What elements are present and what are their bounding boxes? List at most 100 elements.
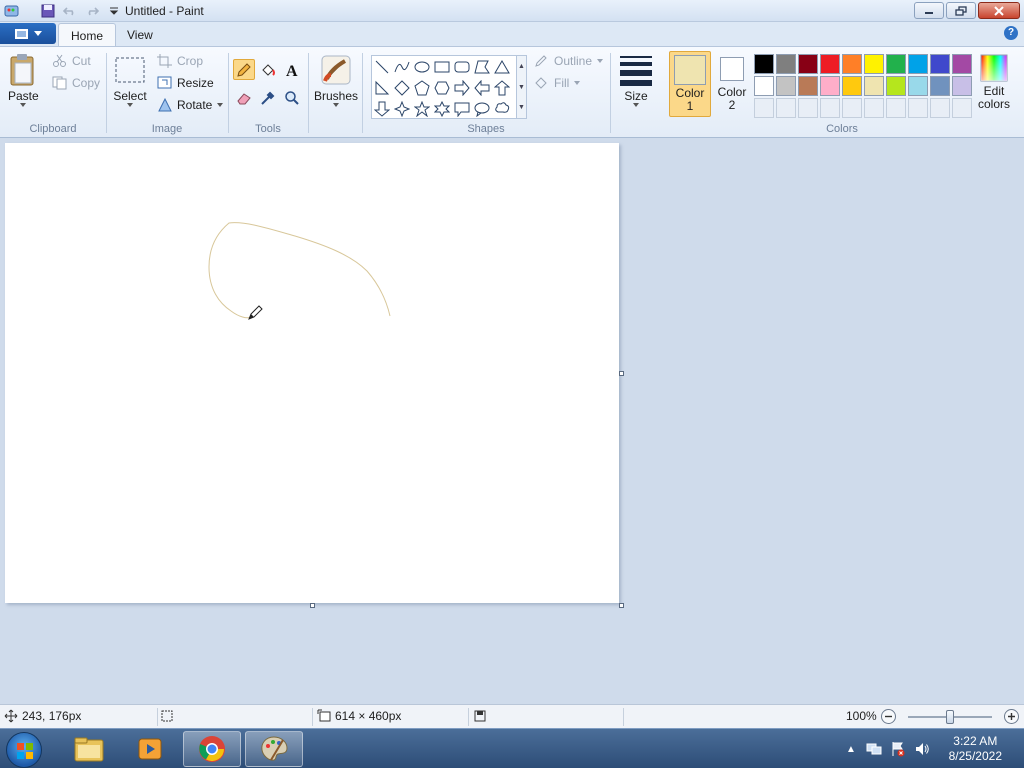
color-swatch[interactable] xyxy=(798,54,818,74)
taskbar-media-player[interactable] xyxy=(121,731,179,767)
shape-up-arrow[interactable] xyxy=(492,78,512,98)
shape-cloud-callout[interactable] xyxy=(492,99,512,119)
drawing-canvas[interactable] xyxy=(5,143,619,603)
shape-pentagon[interactable] xyxy=(412,78,432,98)
maximize-button[interactable] xyxy=(946,2,976,19)
color-swatch[interactable] xyxy=(886,54,906,74)
system-clock[interactable]: 3:22 AM 8/25/2022 xyxy=(949,734,1002,764)
color2-button[interactable]: Color 2 xyxy=(712,51,752,117)
custom-color-slot[interactable] xyxy=(908,98,928,118)
shape-rectangle[interactable] xyxy=(432,57,452,77)
zoom-slider-thumb[interactable] xyxy=(946,710,954,724)
color-swatch[interactable] xyxy=(952,76,972,96)
shape-six-point-star[interactable] xyxy=(432,99,452,119)
color-swatch[interactable] xyxy=(798,76,818,96)
shape-rect-callout[interactable] xyxy=(452,99,472,119)
custom-color-slot[interactable] xyxy=(820,98,840,118)
color-swatch[interactable] xyxy=(864,54,884,74)
resize-button[interactable]: Resize xyxy=(157,76,214,90)
paint-menu-button[interactable] xyxy=(0,23,56,44)
resize-handle-corner[interactable] xyxy=(619,603,624,608)
custom-color-slot[interactable] xyxy=(754,98,774,118)
shapes-gallery-scroll[interactable]: ▲ ▼ ▼ xyxy=(517,55,527,119)
color-swatch[interactable] xyxy=(886,76,906,96)
paste-button[interactable]: Paste xyxy=(8,53,39,108)
custom-color-slot[interactable] xyxy=(776,98,796,118)
shape-four-point-star[interactable] xyxy=(392,99,412,119)
resize-handle-right[interactable] xyxy=(619,371,624,376)
shape-polygon[interactable] xyxy=(472,57,492,77)
custom-color-slot[interactable] xyxy=(864,98,884,118)
color-swatch[interactable] xyxy=(820,76,840,96)
close-button[interactable] xyxy=(978,2,1020,19)
color-picker-tool[interactable] xyxy=(257,87,279,108)
custom-color-slot[interactable] xyxy=(930,98,950,118)
minimize-button[interactable] xyxy=(914,2,944,19)
shape-right-arrow[interactable] xyxy=(452,78,472,98)
shape-down-arrow[interactable] xyxy=(372,99,392,119)
zoom-slider[interactable] xyxy=(908,710,992,724)
select-button[interactable]: Select xyxy=(113,53,147,108)
taskbar-explorer[interactable] xyxy=(60,731,118,767)
shape-right-triangle[interactable] xyxy=(372,78,392,98)
color-swatch[interactable] xyxy=(776,76,796,96)
customize-quick-access-icon[interactable] xyxy=(106,3,122,19)
color-swatch[interactable] xyxy=(908,76,928,96)
rotate-button[interactable]: Rotate xyxy=(157,98,224,112)
shape-diamond[interactable] xyxy=(392,78,412,98)
undo-icon[interactable] xyxy=(62,3,78,19)
custom-color-slot[interactable] xyxy=(886,98,906,118)
magnifier-tool[interactable] xyxy=(281,87,303,108)
tab-home[interactable]: Home xyxy=(58,23,117,46)
cut-button[interactable]: Cut xyxy=(52,54,91,68)
eraser-tool[interactable] xyxy=(233,87,255,108)
fill-button[interactable]: Fill xyxy=(534,76,581,90)
shape-left-arrow[interactable] xyxy=(472,78,492,98)
crop-button[interactable]: Crop xyxy=(157,54,203,68)
taskbar-paint[interactable] xyxy=(245,731,303,767)
shape-hexagon[interactable] xyxy=(432,78,452,98)
shape-rounded-rectangle[interactable] xyxy=(452,57,472,77)
volume-icon[interactable] xyxy=(914,741,930,757)
shape-oval[interactable] xyxy=(412,57,432,77)
gallery-expand-icon[interactable]: ▼ xyxy=(517,98,526,118)
shape-curve[interactable] xyxy=(392,57,412,77)
redo-icon[interactable] xyxy=(84,3,100,19)
text-tool[interactable]: A xyxy=(281,59,303,80)
custom-color-slot[interactable] xyxy=(798,98,818,118)
color-swatch[interactable] xyxy=(776,54,796,74)
scroll-up-icon[interactable]: ▲ xyxy=(517,56,526,77)
color-swatch[interactable] xyxy=(952,54,972,74)
color-swatch[interactable] xyxy=(754,54,774,74)
outline-button[interactable]: Outline xyxy=(534,54,604,68)
shape-line[interactable] xyxy=(372,57,392,77)
show-hidden-icons-icon[interactable]: ▲ xyxy=(846,744,856,755)
color-swatch[interactable] xyxy=(908,54,928,74)
save-icon[interactable] xyxy=(40,3,56,19)
canvas-work-area[interactable] xyxy=(0,138,1024,704)
resize-handle-bottom[interactable] xyxy=(310,603,315,608)
color-swatch[interactable] xyxy=(930,76,950,96)
pencil-tool[interactable] xyxy=(233,59,255,80)
tab-view[interactable]: View xyxy=(115,23,165,46)
paint-app-icon[interactable] xyxy=(4,3,20,19)
custom-color-slot[interactable] xyxy=(842,98,862,118)
color-swatch[interactable] xyxy=(842,76,862,96)
brushes-button[interactable]: Brushes xyxy=(314,53,358,108)
fill-tool[interactable] xyxy=(257,59,279,80)
edit-colors-button[interactable]: Edit colors xyxy=(975,53,1013,111)
taskbar-chrome[interactable] xyxy=(183,731,241,767)
color-swatch[interactable] xyxy=(930,54,950,74)
action-center-flag-icon[interactable] xyxy=(890,741,906,757)
color-swatch[interactable] xyxy=(864,76,884,96)
custom-color-slot[interactable] xyxy=(952,98,972,118)
color-swatch[interactable] xyxy=(842,54,862,74)
copy-button[interactable]: Copy xyxy=(52,76,100,90)
color-swatch[interactable] xyxy=(754,76,774,96)
size-button[interactable]: Size xyxy=(618,53,654,108)
help-icon[interactable]: ? xyxy=(1004,26,1018,40)
zoom-in-button[interactable] xyxy=(1003,708,1020,725)
start-button[interactable] xyxy=(6,732,42,768)
shape-oval-callout[interactable] xyxy=(472,99,492,119)
zoom-out-button[interactable] xyxy=(880,708,897,725)
